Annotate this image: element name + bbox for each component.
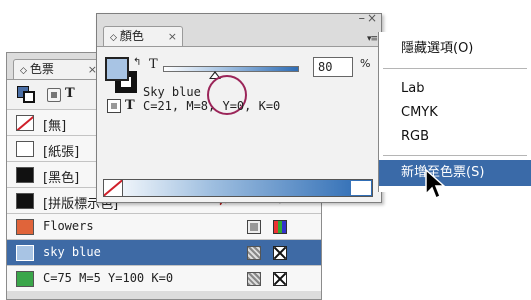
panel-expand-icon[interactable]: ◇ xyxy=(20,66,27,76)
fill-stroke-icon[interactable] xyxy=(17,86,37,104)
tint-label: T xyxy=(149,57,158,72)
process-color-icon xyxy=(247,272,261,286)
swatch-row-sky-blue[interactable]: sky blue xyxy=(7,239,321,265)
swatch-name: Flowers xyxy=(43,219,94,233)
spot-color-icon xyxy=(247,220,261,234)
swatch-name: [無] xyxy=(43,119,67,134)
tint-value-input[interactable]: 80 xyxy=(313,57,353,77)
formatting-container-icon[interactable] xyxy=(107,99,121,113)
cmyk-mode-icon xyxy=(273,272,287,286)
swatch-name: [黑色] xyxy=(43,171,80,186)
panel-menu-icon[interactable]: ▾≡ xyxy=(367,34,378,44)
menu-item-cmyk[interactable]: CMYK xyxy=(379,100,531,126)
swatch-name: [紙張] xyxy=(43,145,80,160)
menu-item-add-to-swatches[interactable]: 新增至色票(S) xyxy=(379,160,531,186)
color-ramp[interactable] xyxy=(103,179,373,197)
swatch-row-green[interactable]: C=75 M=5 Y=100 K=0 xyxy=(7,265,321,291)
close-icon[interactable]: × xyxy=(168,27,177,46)
formatting-text-label[interactable]: T xyxy=(125,98,135,113)
panel-expand-icon[interactable]: ◇ xyxy=(110,33,117,43)
none-swatch-icon[interactable] xyxy=(104,180,123,196)
menu-item-hide-options[interactable]: 隱藏選項(O) xyxy=(379,36,531,62)
formatting-text-label[interactable]: T xyxy=(65,86,75,101)
fill-stroke-swatch-icon[interactable]: ↰ xyxy=(105,57,141,95)
tint-slider[interactable] xyxy=(163,63,299,79)
color-panel-flyout-menu: 隱藏選項(O) Lab CMYK RGB 新增至色票(S) xyxy=(378,32,531,192)
menu-separator xyxy=(383,155,527,156)
swatch-sky-blue-chip xyxy=(16,245,34,261)
swatch-registration-chip xyxy=(16,193,34,209)
color-panel-body: ↰ T 80 % T Sky blue C=21, M=8, Y=0, K=0 xyxy=(97,46,381,202)
swatch-name-label: Sky blue xyxy=(143,85,201,99)
tab-color[interactable]: ◇ 顏色 × xyxy=(103,26,183,46)
formatting-container-icon[interactable] xyxy=(47,88,61,102)
cmyk-mode-icon xyxy=(273,246,287,260)
swatch-row-flowers[interactable]: Flowers xyxy=(7,213,321,239)
color-group-icon xyxy=(273,220,287,234)
cmyk-readout: C=21, M=8, Y=0, K=0 xyxy=(143,99,281,113)
window-close-icon[interactable]: × xyxy=(367,11,377,25)
menu-item-rgb[interactable]: RGB xyxy=(379,124,531,150)
menu-item-lab[interactable]: Lab xyxy=(379,76,531,102)
tab-color-label: 顏色 xyxy=(119,29,144,43)
swatch-name: sky blue xyxy=(43,245,101,259)
color-panel: – × ▾≡ ◇ 顏色 × ↰ T 80 % T Sky blue C=21, M… xyxy=(96,11,382,203)
process-color-icon xyxy=(247,246,261,260)
tab-swatches-label: 色票 xyxy=(29,62,54,76)
swatch-none-chip xyxy=(16,115,34,131)
white-swatch-icon[interactable] xyxy=(351,181,371,195)
mouse-pointer-icon xyxy=(425,168,446,200)
swatch-flowers-chip xyxy=(16,219,34,235)
swap-arrow-icon[interactable]: ↰ xyxy=(133,57,141,68)
percent-sign: % xyxy=(360,57,371,70)
swatch-paper-chip xyxy=(16,141,34,157)
minimize-icon[interactable]: – xyxy=(359,11,366,26)
tint-slider-track[interactable] xyxy=(163,66,299,72)
tab-swatches[interactable]: ◇ 色票 × xyxy=(13,59,103,79)
menu-separator xyxy=(383,68,527,69)
swatch-black-chip xyxy=(16,167,34,183)
swatch-green-chip xyxy=(16,271,34,287)
swatch-name: C=75 M=5 Y=100 K=0 xyxy=(43,271,174,285)
